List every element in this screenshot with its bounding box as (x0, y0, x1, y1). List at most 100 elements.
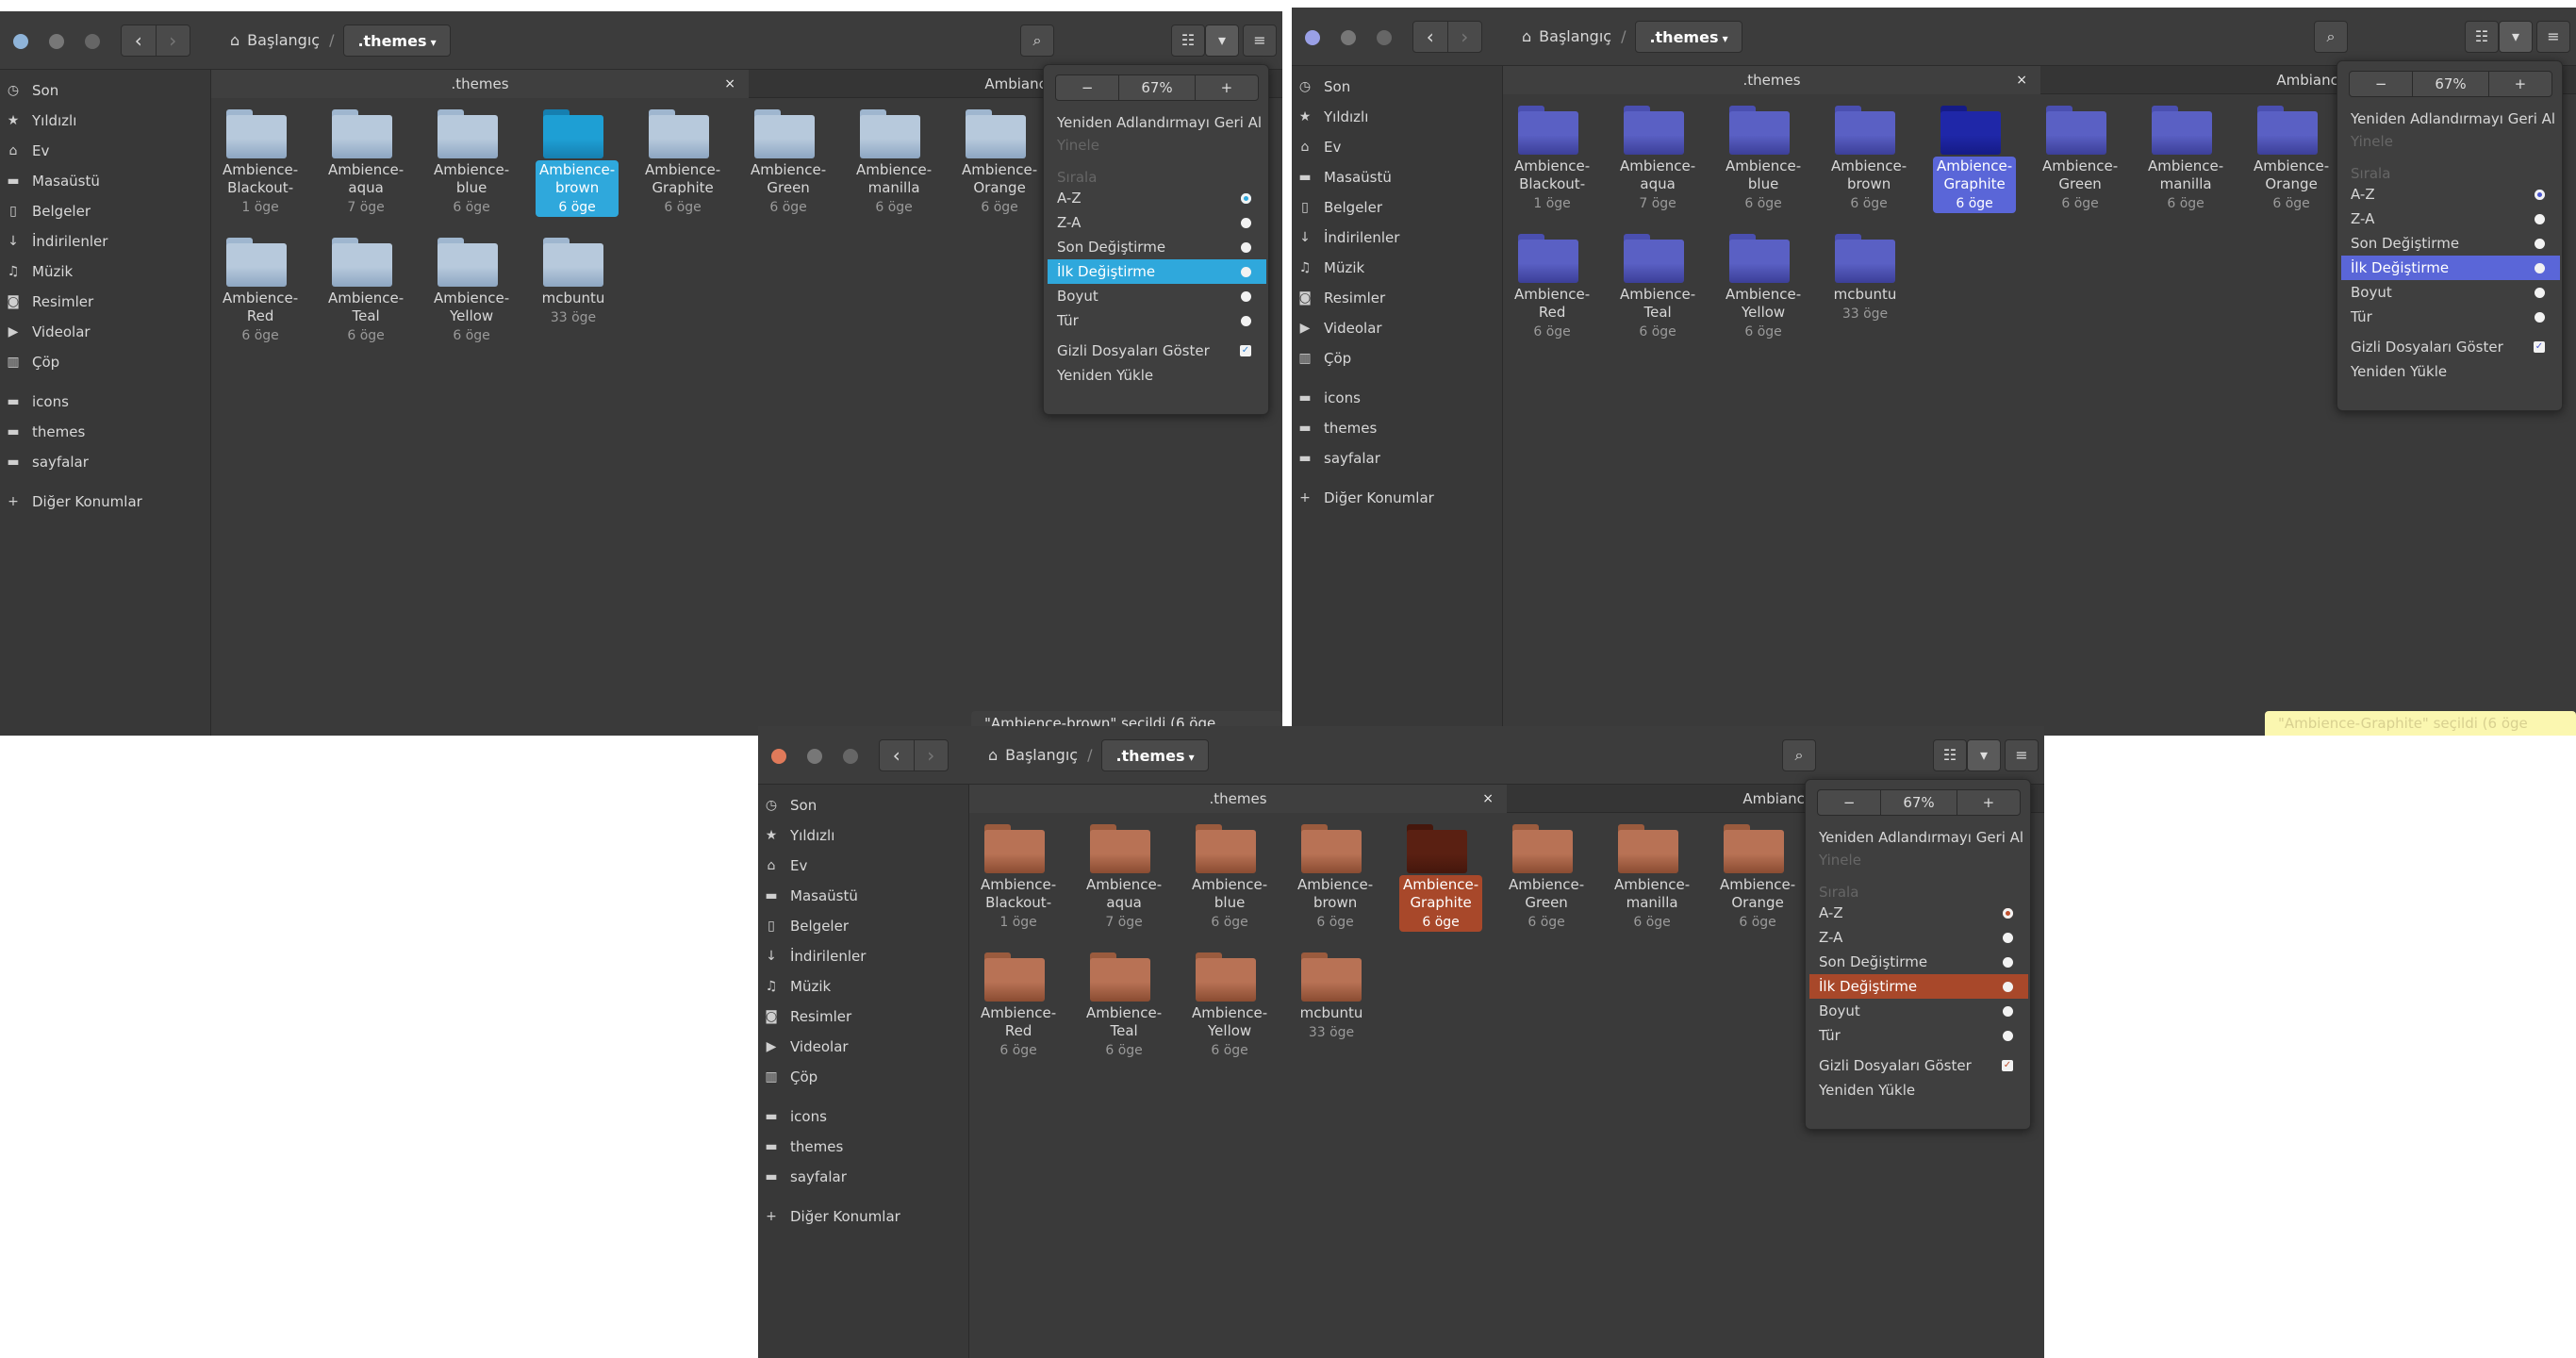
folder-item[interactable]: mcbuntu 33 öge (1827, 230, 1903, 323)
radio-button[interactable] (2535, 214, 2545, 224)
zoom-in-button[interactable]: + (1957, 790, 2020, 815)
sidebar-item[interactable]: ▬ Masaüstü (0, 166, 210, 196)
view-mode-button[interactable]: ☷ (1933, 739, 1967, 771)
show-hidden-files-item[interactable]: Gizli Dosyaları Göster ✓ (1048, 339, 1266, 363)
radio-button[interactable] (1241, 193, 1251, 204)
reload-item[interactable]: Yeniden Yükle (1048, 363, 1266, 388)
minimize-button[interactable] (807, 749, 822, 764)
maximize-button[interactable] (85, 34, 100, 49)
folder-item[interactable]: Ambience- Orange 6 öge (958, 106, 1037, 217)
other-locations[interactable]: + Diğer Konumlar (0, 487, 210, 517)
folder-item[interactable]: mcbuntu 33 öge (536, 234, 611, 327)
close-button[interactable] (1305, 30, 1320, 45)
folder-item[interactable]: Ambience- Graphite 6 öge (1933, 102, 2017, 213)
radio-button[interactable] (2003, 1031, 2013, 1041)
maximize-button[interactable] (843, 749, 858, 764)
sidebar-item[interactable]: ◷ Son (758, 790, 968, 820)
breadcrumb-home[interactable]: ⌂ Başlangıç (1522, 21, 1611, 53)
folder-item[interactable]: Ambience- aqua 7 öge (1616, 102, 1695, 213)
folder-item[interactable]: Ambience- manilla 6 öge (1610, 820, 1690, 932)
folder-item[interactable]: Ambience- Red 6 öge (1511, 230, 1590, 341)
sidebar-item[interactable]: ▶ Videolar (758, 1032, 968, 1062)
radio-button[interactable] (1241, 218, 1251, 228)
radio-button[interactable] (1241, 316, 1251, 326)
zoom-out-button[interactable]: − (2350, 72, 2412, 96)
sidebar-bookmark[interactable]: ▬ icons (1292, 383, 1502, 413)
breadcrumb-current[interactable]: .themes ▾ (343, 25, 451, 57)
sort-option[interactable]: Boyut (2341, 280, 2560, 305)
radio-button[interactable] (2535, 190, 2545, 200)
sort-option[interactable]: Son Değiştirme (2341, 231, 2560, 256)
folder-item[interactable]: Ambience- aqua 7 öge (1082, 820, 1162, 932)
sidebar-bookmark[interactable]: ▬ icons (758, 1101, 968, 1132)
sidebar-item[interactable]: ★ Yıldızlı (1292, 102, 1502, 132)
close-button[interactable] (771, 749, 786, 764)
sort-option[interactable]: A-Z (1809, 901, 2028, 925)
sidebar-item[interactable]: ▬ Masaüstü (1292, 162, 1502, 192)
breadcrumb-home[interactable]: ⌂ Başlangıç (988, 739, 1078, 771)
radio-button[interactable] (2535, 288, 2545, 298)
search-button[interactable]: ⌕ (2314, 21, 2348, 53)
main-menu-button[interactable]: ≡ (1243, 25, 1277, 57)
folder-item[interactable]: Ambience- Blackout- 1 öge (977, 820, 1056, 932)
sidebar-item[interactable]: ↓ İndirilenler (0, 226, 210, 257)
breadcrumb-current[interactable]: .themes ▾ (1101, 739, 1209, 771)
main-menu-button[interactable]: ≡ (2005, 739, 2039, 771)
folder-item[interactable]: Ambience- Green 6 öge (1505, 820, 1584, 932)
view-options-button[interactable]: ▾ (2499, 21, 2533, 53)
folder-item[interactable]: Ambience- brown 6 öge (1294, 820, 1373, 932)
sort-option[interactable]: Tür (2341, 305, 2560, 329)
radio-button[interactable] (2003, 957, 2013, 968)
show-hidden-files-item[interactable]: Gizli Dosyaları Göster ✓ (1809, 1053, 2028, 1078)
radio-button[interactable] (2003, 933, 2013, 943)
other-locations[interactable]: + Diğer Konumlar (1292, 483, 1502, 513)
sort-option[interactable]: İlk Değiştirme (1809, 974, 2028, 999)
sidebar-bookmark[interactable]: ▬ themes (758, 1132, 968, 1162)
folder-item[interactable]: Ambience- brown 6 öge (1827, 102, 1907, 213)
zoom-out-button[interactable]: − (1056, 75, 1118, 100)
sort-option[interactable]: A-Z (2341, 182, 2560, 207)
radio-button[interactable] (2003, 908, 2013, 919)
sidebar-bookmark[interactable]: ▬ themes (1292, 413, 1502, 443)
main-menu-button[interactable]: ≡ (2536, 21, 2570, 53)
sort-option[interactable]: Z-A (2341, 207, 2560, 231)
undo-rename-item[interactable]: Yeniden Adlandırmayı Geri Al (1048, 110, 1266, 135)
back-button[interactable]: ‹ (880, 740, 914, 770)
maximize-button[interactable] (1377, 30, 1392, 45)
breadcrumb-home[interactable]: ⌂ Başlangıç (230, 25, 320, 57)
sort-option[interactable]: Z-A (1048, 210, 1266, 235)
sort-option[interactable]: Z-A (1809, 925, 2028, 950)
other-locations[interactable]: + Diğer Konumlar (758, 1201, 968, 1232)
radio-button[interactable] (2535, 263, 2545, 273)
sidebar-item[interactable]: ♫ Müzik (1292, 253, 1502, 283)
sort-option[interactable]: Boyut (1809, 999, 2028, 1023)
forward-button[interactable]: › (913, 740, 949, 770)
sidebar-item[interactable]: ▥ Çöp (758, 1062, 968, 1092)
view-mode-button[interactable]: ☷ (2465, 21, 2499, 53)
sidebar-item[interactable]: ♫ Müzik (0, 257, 210, 287)
folder-item[interactable]: mcbuntu 33 öge (1294, 949, 1369, 1042)
zoom-in-button[interactable]: + (2489, 72, 2551, 96)
sidebar-item[interactable]: ▥ Çöp (1292, 343, 1502, 373)
sort-option[interactable]: Tür (1048, 308, 1266, 333)
radio-button[interactable] (1241, 291, 1251, 302)
show-hidden-files-item[interactable]: Gizli Dosyaları Göster ✓ (2341, 335, 2560, 359)
zoom-in-button[interactable]: + (1196, 75, 1258, 100)
folder-item[interactable]: Ambience- Red 6 öge (219, 234, 298, 345)
radio-button[interactable] (2003, 1006, 2013, 1017)
folder-item[interactable]: Ambience- Orange 6 öge (2250, 102, 2329, 213)
folder-item[interactable]: Ambience- Teal 6 öge (1082, 949, 1162, 1060)
sidebar-item[interactable]: ▯ Belgeler (0, 196, 210, 226)
sidebar-item[interactable]: ◙ Resimler (0, 287, 210, 317)
close-button[interactable] (13, 34, 28, 49)
sidebar-item[interactable]: ★ Yıldızlı (758, 820, 968, 851)
close-tab-icon[interactable]: × (724, 70, 735, 98)
tab-themes[interactable]: .themes × (969, 785, 1507, 813)
folder-item[interactable]: Ambience- manilla 6 öge (2144, 102, 2223, 213)
sidebar-item[interactable]: ▶ Videolar (1292, 313, 1502, 343)
folder-item[interactable]: Ambience- blue 6 öge (430, 106, 509, 217)
sidebar-item[interactable]: ◷ Son (0, 75, 210, 106)
forward-button[interactable]: › (1446, 22, 1482, 52)
back-button[interactable]: ‹ (1413, 22, 1447, 52)
reload-item[interactable]: Yeniden Yükle (2341, 359, 2560, 384)
